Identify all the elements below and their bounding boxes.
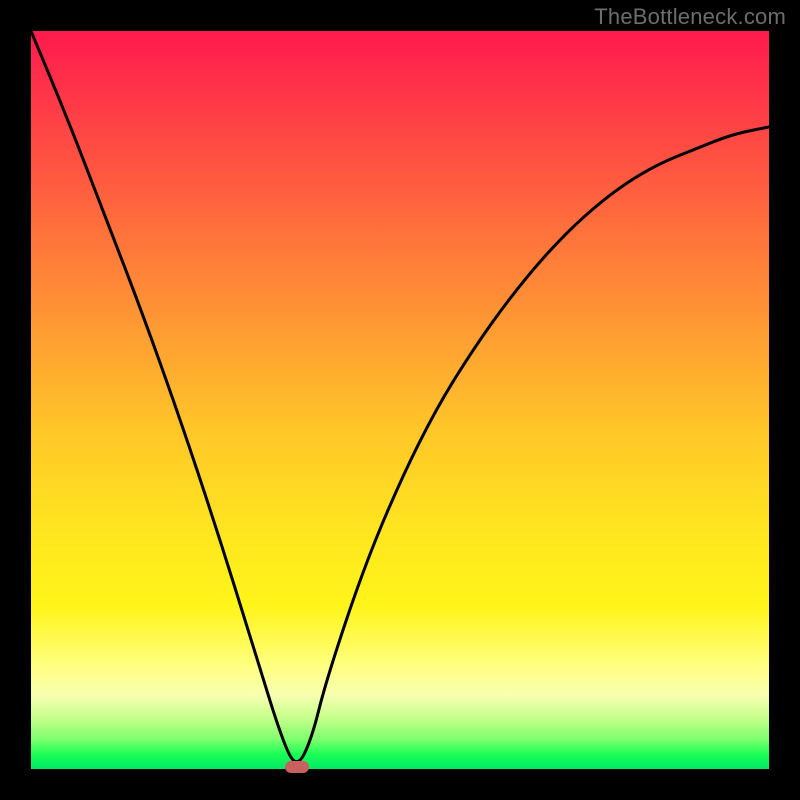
chart-frame: TheBottleneck.com <box>0 0 800 800</box>
minimum-marker <box>285 761 309 773</box>
bottleneck-curve <box>31 31 769 769</box>
watermark-text: TheBottleneck.com <box>594 4 786 30</box>
plot-area <box>31 31 769 769</box>
